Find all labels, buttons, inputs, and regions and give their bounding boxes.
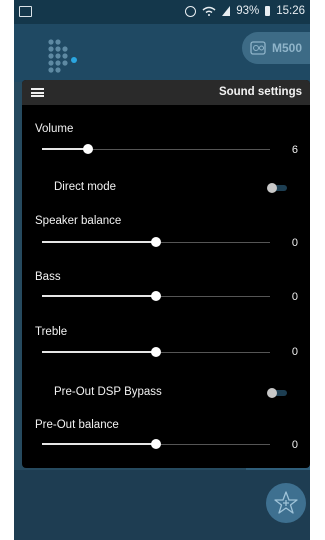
star-plus-icon — [274, 491, 298, 514]
hamburger-menu-icon[interactable] — [31, 88, 44, 97]
wifi-icon — [202, 6, 216, 16]
pre-out-dsp-bypass-toggle[interactable] — [267, 388, 287, 398]
treble-slider-thumb[interactable] — [151, 347, 161, 357]
status-bar: 93% 15:26 — [14, 0, 310, 24]
sound-settings-dialog: Sound settings Volume 6 Direct mode Spea… — [22, 80, 310, 468]
pre-out-balance-slider-thumb[interactable] — [151, 439, 161, 449]
phone-screen: 93% 15:26 M500 Sound settings Volume 6 D… — [14, 0, 310, 540]
pre-out-balance-value: 0 — [291, 439, 298, 451]
sync-icon — [185, 5, 197, 17]
dialog-title: Sound settings — [218, 86, 302, 98]
battery-percent: 93% — [236, 5, 260, 17]
speaker-balance-slider[interactable] — [42, 233, 270, 253]
device-name: M500 — [271, 41, 302, 55]
screen-icon — [19, 6, 32, 17]
bass-slider[interactable] — [42, 287, 270, 307]
clock: 15:26 — [276, 5, 305, 17]
speaker-balance-value: 0 — [291, 237, 298, 249]
pre-out-balance-label: Pre-Out balance — [35, 419, 119, 431]
pre-out-dsp-bypass-label: Pre-Out DSP Bypass — [54, 386, 162, 398]
device-selector[interactable]: M500 — [242, 32, 310, 64]
bass-slider-thumb[interactable] — [151, 291, 161, 301]
dialog-titlebar: Sound settings — [22, 80, 310, 105]
battery-icon — [265, 6, 271, 16]
speaker-balance-slider-thumb[interactable] — [151, 237, 161, 247]
direct-mode-label: Direct mode — [54, 181, 116, 193]
bass-label: Bass — [35, 271, 61, 283]
favorite-button[interactable] — [266, 483, 306, 523]
treble-value: 0 — [291, 346, 298, 358]
direct-mode-toggle[interactable] — [267, 183, 287, 193]
volume-label: Volume — [35, 123, 74, 135]
pre-out-balance-slider[interactable] — [42, 435, 270, 455]
speaker-balance-label: Speaker balance — [35, 215, 122, 227]
volume-slider[interactable] — [42, 140, 270, 160]
treble-label: Treble — [35, 326, 68, 338]
volume-slider-thumb[interactable] — [83, 144, 93, 154]
speaker-box-icon — [250, 41, 266, 55]
volume-value: 6 — [291, 144, 298, 156]
treble-slider[interactable] — [42, 343, 270, 363]
signal-icon — [222, 6, 231, 16]
bass-value: 0 — [291, 291, 298, 303]
dot-grid-logo — [48, 39, 77, 73]
